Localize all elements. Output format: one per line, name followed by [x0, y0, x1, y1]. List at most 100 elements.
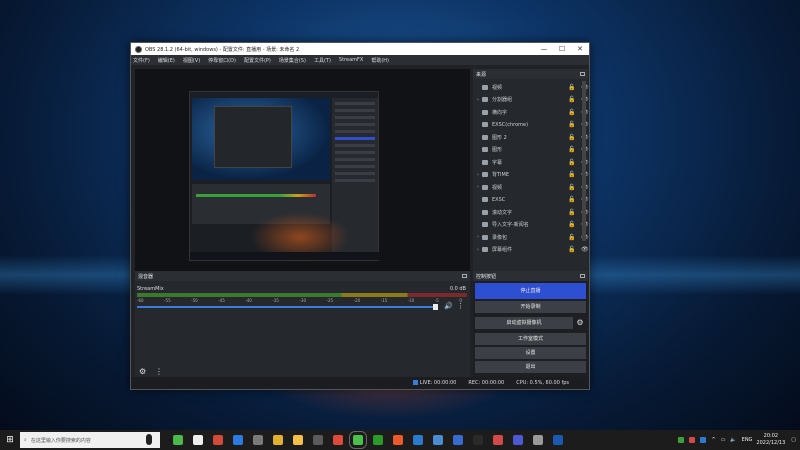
taskbar-app-icon[interactable] — [413, 435, 423, 445]
microphone-icon[interactable] — [146, 434, 152, 445]
taskbar-app-icon[interactable] — [213, 435, 223, 445]
mixer-settings-icon[interactable]: ⚙ — [139, 367, 146, 376]
undock-icon[interactable] — [462, 274, 467, 278]
source-item[interactable]: 图形🔓👁 — [473, 144, 589, 157]
source-type-icon — [482, 222, 488, 228]
source-item[interactable]: ›背TIME🔓👁 — [473, 169, 589, 182]
virtual-camera-settings-icon[interactable]: ⚙ — [575, 318, 585, 328]
meter-tick-label: -60 — [137, 298, 144, 303]
taskbar-app-icon[interactable] — [333, 435, 343, 445]
tray-app-icon[interactable] — [678, 437, 685, 443]
source-item[interactable]: 滚动文字🔓👁 — [473, 206, 589, 219]
language-indicator[interactable]: ENG — [742, 437, 753, 443]
lock-icon[interactable]: 🔓 — [568, 109, 575, 116]
network-icon[interactable]: ▭ — [721, 437, 726, 443]
speaker-icon[interactable]: 🔊 — [444, 302, 453, 310]
title-bar[interactable]: OBS 28.1.2 (64-bit, windows) - 配置文件: 直播用… — [131, 43, 589, 55]
menu-scene-collection[interactable]: 场景集合(S) — [279, 57, 306, 64]
taskbar-app-icon[interactable] — [533, 435, 543, 445]
source-item[interactable]: 视频🔓👁 — [473, 81, 589, 94]
taskbar-app-icon[interactable] — [313, 435, 323, 445]
menu-help[interactable]: 帮助(H) — [371, 57, 389, 64]
menu-view[interactable]: 视图(V) — [183, 57, 200, 64]
menu-tools[interactable]: 工具(T) — [314, 57, 331, 64]
settings-button[interactable]: 设置 — [475, 347, 586, 359]
lock-icon[interactable]: 🔓 — [568, 221, 575, 228]
studio-mode-button[interactable]: 工作室模式 — [475, 333, 586, 345]
source-item[interactable]: EXSC🔓👁 — [473, 194, 589, 207]
meter-tick-label: -15 — [380, 298, 388, 303]
start-recording-button[interactable]: 开始录制 — [475, 301, 586, 313]
tray-chevron-icon[interactable]: ^ — [711, 437, 715, 443]
tray-app-icon[interactable] — [700, 437, 707, 443]
taskbar-app-icon[interactable] — [393, 435, 403, 445]
source-item[interactable]: EXSC(chrome)🔓👁 — [473, 119, 589, 132]
lock-icon[interactable]: 🔓 — [568, 146, 575, 153]
lock-icon[interactable]: 🔓 — [568, 134, 575, 141]
undock-icon[interactable] — [580, 274, 585, 278]
source-type-icon — [482, 172, 488, 178]
source-item[interactable]: 横向字🔓👁 — [473, 106, 589, 119]
taskbar-app-icon[interactable] — [433, 435, 443, 445]
nested-desktop — [192, 98, 330, 180]
lock-icon[interactable]: 🔓 — [568, 171, 575, 178]
source-item[interactable]: 导入文字-新闻名🔓👁 — [473, 219, 589, 232]
taskbar-app-icon[interactable] — [493, 435, 503, 445]
notifications-icon[interactable]: ▢ — [791, 437, 796, 443]
visibility-eye-icon[interactable]: 👁 — [581, 246, 589, 253]
lock-icon[interactable]: 🔓 — [568, 196, 575, 203]
menu-profile[interactable]: 配置文件(P) — [244, 57, 271, 64]
taskbar-app-icon[interactable] — [173, 435, 183, 445]
source-item[interactable]: 字幕🔓👁 — [473, 156, 589, 169]
menu-streamfx[interactable]: StreamFX — [339, 57, 363, 63]
taskbar-app-icon[interactable] — [373, 435, 383, 445]
volume-fader[interactable] — [137, 306, 437, 308]
source-item[interactable]: ›分割器组🔓👁 — [473, 94, 589, 107]
undock-icon[interactable] — [580, 72, 585, 76]
tray-app-icon[interactable] — [689, 437, 696, 443]
taskbar-apps — [168, 431, 568, 449]
source-type-icon — [482, 159, 488, 165]
close-button[interactable]: ✕ — [571, 45, 589, 53]
source-item[interactable]: 图形 2🔓👁 — [473, 131, 589, 144]
lock-icon[interactable]: 🔓 — [568, 246, 575, 253]
clock[interactable]: 20:02 2022/12/13 — [756, 433, 785, 447]
source-type-icon — [482, 147, 488, 153]
windows-start-icon[interactable]: ⊞ — [0, 430, 20, 450]
lock-icon[interactable]: 🔓 — [568, 121, 575, 128]
minimize-button[interactable]: — — [535, 45, 553, 53]
menu-edit[interactable]: 编辑(E) — [158, 57, 175, 64]
taskbar-app-icon[interactable] — [349, 431, 367, 449]
maximize-button[interactable]: ☐ — [553, 45, 571, 53]
volume-icon[interactable]: 🔈 — [730, 437, 736, 443]
taskbar-app-icon[interactable] — [233, 435, 243, 445]
taskbar-app-icon[interactable] — [453, 435, 463, 445]
source-item[interactable]: › 屏幕组件 🔓 👁 — [473, 244, 589, 257]
source-item[interactable]: ›视频🔓👁 — [473, 181, 589, 194]
menu-docks[interactable]: 停靠窗口(D) — [208, 57, 236, 64]
taskbar-app-icon[interactable] — [253, 435, 263, 445]
taskbar-app-icon[interactable] — [513, 435, 523, 445]
stop-streaming-button[interactable]: 停止直播 — [475, 283, 586, 299]
lock-icon[interactable]: 🔓 — [568, 184, 575, 191]
taskbar-app-icon[interactable] — [473, 435, 483, 445]
source-scrollbar[interactable] — [582, 81, 586, 241]
exit-button[interactable]: 退出 — [475, 361, 586, 373]
taskbar-search[interactable]: ⌕ 在这里输入你要搜索的内容 — [20, 432, 160, 448]
lock-icon[interactable]: 🔓 — [568, 96, 575, 103]
lock-icon[interactable]: 🔓 — [568, 84, 575, 91]
lock-icon[interactable]: 🔓 — [568, 159, 575, 166]
taskbar-app-icon[interactable] — [193, 435, 203, 445]
source-item[interactable]: ›录像包🔓👁 — [473, 231, 589, 244]
volume-fader-knob[interactable] — [433, 304, 438, 310]
taskbar-app-icon[interactable] — [273, 435, 283, 445]
menu-bar: 文件(F) 编辑(E) 视图(V) 停靠窗口(D) 配置文件(P) 场景集合(S… — [131, 55, 589, 65]
taskbar-app-icon[interactable] — [553, 435, 563, 445]
lock-icon[interactable]: 🔓 — [568, 209, 575, 216]
menu-file[interactable]: 文件(F) — [133, 57, 150, 64]
track-menu-icon[interactable]: ⋮ — [457, 302, 464, 310]
start-virtual-camera-button[interactable]: 启动虚拟摄像机 — [475, 317, 573, 329]
lock-icon[interactable]: 🔓 — [568, 234, 575, 241]
taskbar-app-icon[interactable] — [293, 435, 303, 445]
mixer-menu-icon[interactable]: ⋮ — [155, 367, 163, 376]
